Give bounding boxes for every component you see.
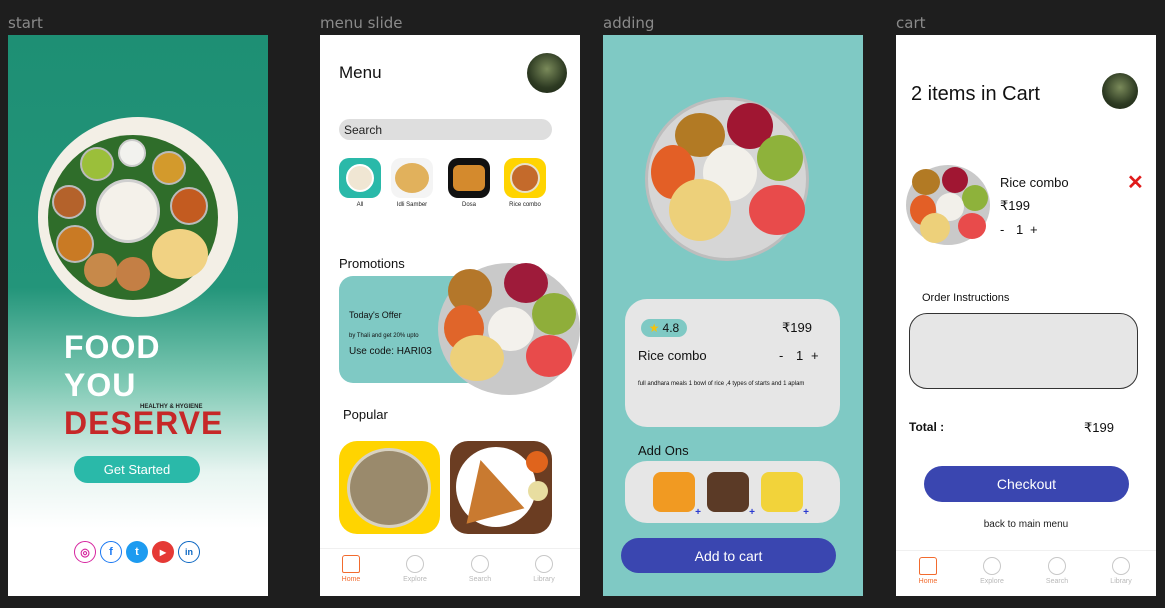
qty-minus-button[interactable]: - [779, 348, 783, 363]
youtube-icon[interactable]: ▶ [152, 541, 174, 563]
add-addon-button[interactable]: + [695, 507, 701, 518]
popular-item-thali[interactable] [339, 441, 440, 534]
start-screen: FOOD YOU HEALTHY & HYGIENE DESERVE Get S… [8, 35, 268, 596]
page-title: 2 items in Cart [911, 83, 1040, 105]
headline-deserve: DESERVE [64, 405, 224, 441]
explore-icon [983, 557, 1001, 575]
twitter-icon[interactable]: t [126, 541, 148, 563]
qty-minus-button[interactable]: - [1000, 222, 1004, 237]
headline-food: FOOD [64, 329, 161, 365]
category-all[interactable] [339, 158, 381, 198]
avatar[interactable] [527, 53, 567, 93]
product-description: full andhara meals 1 bowl of rice ,4 typ… [638, 381, 805, 387]
addon-fruits[interactable]: + [761, 472, 809, 518]
order-instructions-label: Order Instructions [922, 292, 1010, 304]
star-icon: ★ [648, 321, 660, 335]
search-input[interactable]: Search [339, 119, 552, 140]
product-name: Rice combo [638, 348, 707, 363]
cart-screen: 2 items in Cart Rice combo ✕ ₹199 - 1 + … [896, 35, 1156, 596]
addon-dessert[interactable]: + [707, 472, 755, 518]
nav-search[interactable]: Search [455, 555, 505, 583]
adding-screen: ★ 4.8 ₹199 Rice combo - 1 + full andhara … [603, 35, 863, 596]
nav-home-label: Home [918, 578, 938, 585]
nav-search[interactable]: Search [1032, 557, 1082, 585]
offer-code: Use code: HARI03 [349, 346, 432, 357]
frame-label-cart: cart [896, 14, 926, 32]
nav-library[interactable]: Library [1096, 557, 1146, 585]
rice-combo-icon [510, 163, 540, 193]
category-dosa[interactable] [448, 158, 490, 198]
home-icon [342, 555, 360, 573]
add-to-cart-button[interactable]: Add to cart [621, 538, 836, 573]
bottom-nav: Home Explore Search Library [896, 550, 1156, 596]
price: ₹199 [782, 320, 812, 335]
facebook-icon[interactable]: f [100, 541, 122, 563]
category-rice-combo[interactable] [504, 158, 546, 198]
search-icon [471, 555, 489, 573]
page-title: Menu [339, 63, 382, 82]
category-label: All [356, 202, 364, 208]
qty-plus-button[interactable]: + [811, 348, 819, 363]
category-idli-samber[interactable] [391, 158, 433, 198]
cart-item-price: ₹199 [1000, 198, 1030, 213]
nav-home-label: Home [341, 576, 361, 583]
add-addon-button[interactable]: + [803, 507, 809, 518]
offer-desc: by Thali and get 20% upto [349, 333, 419, 339]
avatar[interactable] [1102, 73, 1138, 109]
addons-row: + + + [625, 461, 840, 523]
bottom-nav: Home Explore Search Library [320, 548, 580, 596]
headline-you: YOU [64, 367, 137, 403]
remove-item-icon[interactable]: ✕ [1127, 170, 1144, 195]
add-addon-button[interactable]: + [749, 507, 755, 518]
all-food-icon [346, 164, 374, 192]
nav-search-label: Search [468, 576, 492, 583]
checkout-button[interactable]: Checkout [924, 466, 1129, 502]
explore-icon [406, 555, 424, 573]
offer-title: Today's Offer [349, 310, 402, 320]
menu-screen: Menu Search All Idli Samber Dosa Rice co… [320, 35, 580, 596]
addon-juice[interactable]: + [653, 472, 701, 518]
nav-explore[interactable]: Explore [967, 557, 1017, 585]
nav-home[interactable]: Home [903, 557, 953, 585]
frame-label-start: start [8, 14, 43, 32]
category-label: Dosa [461, 202, 476, 208]
nav-library[interactable]: Library [519, 555, 569, 583]
home-icon [919, 557, 937, 575]
cart-item-name: Rice combo [1000, 175, 1069, 190]
nav-explore-label: Explore [403, 576, 427, 583]
nav-library-label: Library [533, 576, 555, 583]
search-icon [1048, 557, 1066, 575]
dosa-icon [453, 165, 485, 191]
nav-explore[interactable]: Explore [390, 555, 440, 583]
order-instructions-input[interactable] [909, 313, 1138, 389]
linkedin-icon[interactable]: in [178, 541, 200, 563]
total-label: Total : [909, 420, 945, 434]
play-icon [1112, 557, 1130, 575]
addons-heading: Add Ons [638, 443, 689, 458]
rating-value: 4.8 [662, 321, 680, 335]
nav-library-label: Library [1110, 578, 1132, 585]
total-value: ₹199 [1084, 420, 1114, 435]
play-icon [535, 555, 553, 573]
category-label: Rice combo [509, 202, 541, 208]
rating-badge: ★ 4.8 [641, 319, 687, 337]
category-label: Idli Samber [396, 202, 428, 208]
frame-label-menu: menu slide [320, 14, 403, 32]
instagram-icon[interactable]: ◎ [74, 541, 96, 563]
back-to-menu-link[interactable]: back to main menu [896, 519, 1156, 530]
qty-value: 1 [1016, 222, 1024, 237]
nav-explore-label: Explore [980, 578, 1004, 585]
qty-value: 1 [796, 348, 804, 363]
get-started-button[interactable]: Get Started [74, 456, 200, 483]
popular-item-dosa[interactable] [450, 441, 552, 534]
frame-label-adding: adding [603, 14, 655, 32]
product-card: ★ 4.8 ₹199 Rice combo - 1 + full andhara … [625, 299, 840, 427]
popular-heading: Popular [343, 407, 388, 422]
idli-icon [395, 163, 429, 193]
promotions-heading: Promotions [339, 256, 405, 271]
qty-plus-button[interactable]: + [1030, 222, 1038, 237]
nav-home[interactable]: Home [326, 555, 376, 583]
nav-search-label: Search [1045, 578, 1069, 585]
